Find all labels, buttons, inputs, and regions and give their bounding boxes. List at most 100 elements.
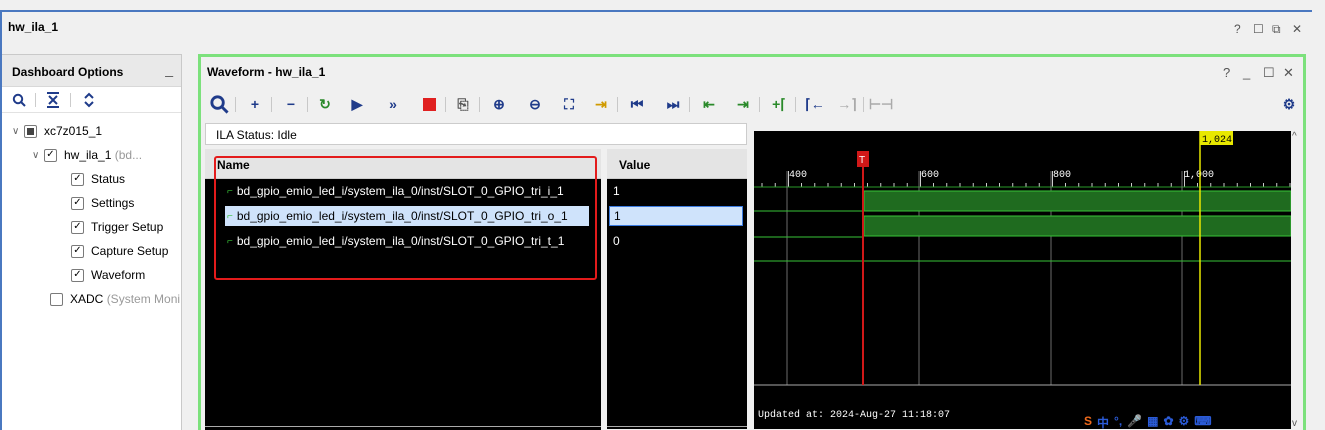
chevron-down-icon[interactable]: ∨ <box>32 150 44 161</box>
waveform-panel: Waveform - hw_ila_1 ? _ ☐ ✕ + − ↻ ▶ » ⎘ … <box>198 54 1306 430</box>
go-to-start-icon[interactable]: ⏮ <box>627 94 647 114</box>
ila-window: hw_ila_1 ? ☐ ⧉ ✕ Dashboard Options _ ∨ x… <box>0 10 1312 430</box>
settings-icon[interactable]: ⚙ <box>1179 414 1190 430</box>
zoom-out-icon[interactable]: ⊖ <box>525 94 545 114</box>
signal-name-pane: Name ⌐ bd_gpio_emio_led_i/system_ila_0/i… <box>205 149 601 430</box>
ruler-label: 1,000 <box>1184 170 1214 181</box>
tree-item-label: xc7z015_1 <box>44 124 103 138</box>
previous-transition-icon[interactable]: ⇤ <box>699 94 719 114</box>
system-tray: S 中 °, 🎤 ▦ ✿ ⚙ ⌨ <box>1084 414 1212 430</box>
trigger-marker-label: T <box>859 155 865 166</box>
updated-timestamp: Updated at: 2024-Aug-27 11:18:07 <box>758 409 950 421</box>
add-marker-icon[interactable]: +⌈ <box>769 94 789 114</box>
ruler-label: 800 <box>1053 170 1071 181</box>
zoom-fit-icon[interactable]: ⛶ <box>559 94 579 114</box>
next-marker-icon: →⌉ <box>837 95 857 112</box>
ila-status-bar: ILA Status: Idle <box>205 123 747 145</box>
run-trigger-icon[interactable]: ▶ <box>347 94 367 114</box>
search-icon[interactable] <box>12 93 26 107</box>
minimize-icon[interactable]: _ <box>1243 65 1250 80</box>
tree-item-label: Status <box>91 172 126 186</box>
collapse-all-icon[interactable] <box>46 92 60 108</box>
checkbox-checked[interactable]: ✓ <box>44 148 57 162</box>
tree-item-trigger-setup[interactable]: ✓ Trigger Setup <box>71 216 163 238</box>
scroll-up-icon[interactable]: ^ <box>1292 131 1297 142</box>
checkbox-checked[interactable]: ✓ <box>71 220 84 234</box>
ila-status-label: ILA Status: <box>216 128 275 142</box>
signal-value: 1 <box>613 184 620 198</box>
go-to-end-icon[interactable]: ⏭ <box>663 94 683 114</box>
ila-status-value: Idle <box>277 128 297 142</box>
checkbox-checked[interactable]: ✓ <box>71 196 84 210</box>
ime-punctuation-icon[interactable]: °, <box>1114 414 1122 430</box>
ruler-label: 400 <box>789 170 807 181</box>
keyboard-grid-icon[interactable]: ▦ <box>1147 414 1158 430</box>
tree-item-xadc[interactable]: XADC (System Moni <box>50 288 180 310</box>
waveform-vertical-scrollbar[interactable]: ^ v <box>1291 131 1303 429</box>
maximize-icon[interactable]: ☐ <box>1263 65 1275 81</box>
tree-item-suffix: (bd... <box>114 148 143 162</box>
tree-item-suffix: (System Moni <box>106 292 181 306</box>
search-icon[interactable] <box>209 94 229 114</box>
dashboard-toolbar <box>2 87 181 113</box>
tree-item-capture-setup[interactable]: ✓ Capture Setup <box>71 240 168 262</box>
chevron-down-icon[interactable]: ∨ <box>12 126 24 137</box>
tree-item-ila[interactable]: ∨ ✓ hw_ila_1 (bd... <box>32 144 142 166</box>
go-to-cursor-icon[interactable]: ⇥ <box>591 94 611 114</box>
pane-divider <box>607 426 747 427</box>
help-icon[interactable]: ? <box>1234 22 1241 36</box>
run-trigger-immediate-icon[interactable]: ↻ <box>315 94 335 114</box>
restore-icon[interactable]: ☐ <box>1253 22 1264 36</box>
pane-divider <box>205 426 601 427</box>
dashboard-header: Dashboard Options _ <box>2 55 181 87</box>
zoom-in-icon[interactable]: ⊕ <box>489 94 509 114</box>
remove-signal-icon[interactable]: − <box>281 94 301 114</box>
next-transition-icon[interactable]: ⇥ <box>733 94 753 114</box>
waveform-canvas[interactable]: 400 600 800 1,000 T 1,024 Updated at: 20… <box>754 131 1291 429</box>
tree-item-label: Waveform <box>91 268 146 282</box>
ruler-label: 600 <box>921 170 939 181</box>
value-header-label: Value <box>619 158 651 172</box>
checkbox-unchecked[interactable] <box>50 292 63 306</box>
add-signal-icon[interactable]: + <box>245 94 265 114</box>
dashboard-panel: Dashboard Options _ ∨ xc7z015_1 ∨ ✓ hw_i… <box>2 54 182 430</box>
minimize-icon[interactable]: _ <box>165 61 173 77</box>
close-icon[interactable]: ✕ <box>1292 22 1302 36</box>
value-column-header[interactable]: Value <box>607 149 747 179</box>
export-icon[interactable]: ⎘ <box>453 94 473 114</box>
checkbox-checked[interactable]: ✓ <box>71 172 84 186</box>
microphone-icon[interactable]: 🎤 <box>1127 414 1142 430</box>
signal-value-selected[interactable]: 1 <box>609 206 743 226</box>
cursor-label: 1,024 <box>1202 135 1232 146</box>
tree-item-label: Settings <box>91 196 135 210</box>
tree-item-label: hw_ila_1 <box>64 148 112 162</box>
tree-item-waveform[interactable]: ✓ Waveform <box>71 264 145 286</box>
expand-all-icon[interactable] <box>82 92 96 108</box>
run-continuous-icon[interactable]: » <box>383 94 403 114</box>
keyboard-icon[interactable]: ⌨ <box>1194 414 1211 430</box>
ime-language-icon[interactable]: 中 <box>1097 414 1109 430</box>
float-icon[interactable]: ⧉ <box>1272 22 1281 37</box>
swap-cursors-icon: ⊢⊣ <box>868 95 894 112</box>
tree-item-device[interactable]: ∨ xc7z015_1 <box>12 120 102 142</box>
highlight-box <box>214 156 597 280</box>
tree-item-settings[interactable]: ✓ Settings <box>71 192 134 214</box>
tree-item-label: Capture Setup <box>91 244 169 258</box>
waveform-toolbar: + − ↻ ▶ » ⎘ ⊕ ⊖ ⛶ ⇥ ⏮ ⏭ ⇤ ⇥ +⌈ ⌈← →⌉ ⊢⊣ … <box>201 91 1303 119</box>
dashboard-title: Dashboard Options <box>12 65 124 79</box>
skin-icon[interactable]: ✿ <box>1163 414 1173 430</box>
signal-value-pane: Value 1 1 0 <box>607 149 747 430</box>
checkbox-checked[interactable]: ✓ <box>71 268 84 282</box>
tree-item-status[interactable]: ✓ Status <box>71 168 125 190</box>
previous-marker-icon[interactable]: ⌈← <box>805 94 825 114</box>
scroll-down-icon[interactable]: v <box>1292 418 1297 429</box>
signal-value: 0 <box>613 234 620 248</box>
help-icon[interactable]: ? <box>1223 65 1230 80</box>
gear-icon[interactable]: ⚙ <box>1279 94 1299 114</box>
stop-icon[interactable] <box>419 94 439 114</box>
waveform-title: Waveform - hw_ila_1 <box>207 65 326 79</box>
ime-logo-icon[interactable]: S <box>1084 414 1092 430</box>
checkbox-partial[interactable] <box>24 124 37 138</box>
checkbox-checked[interactable]: ✓ <box>71 244 84 258</box>
close-icon[interactable]: ✕ <box>1283 65 1294 81</box>
